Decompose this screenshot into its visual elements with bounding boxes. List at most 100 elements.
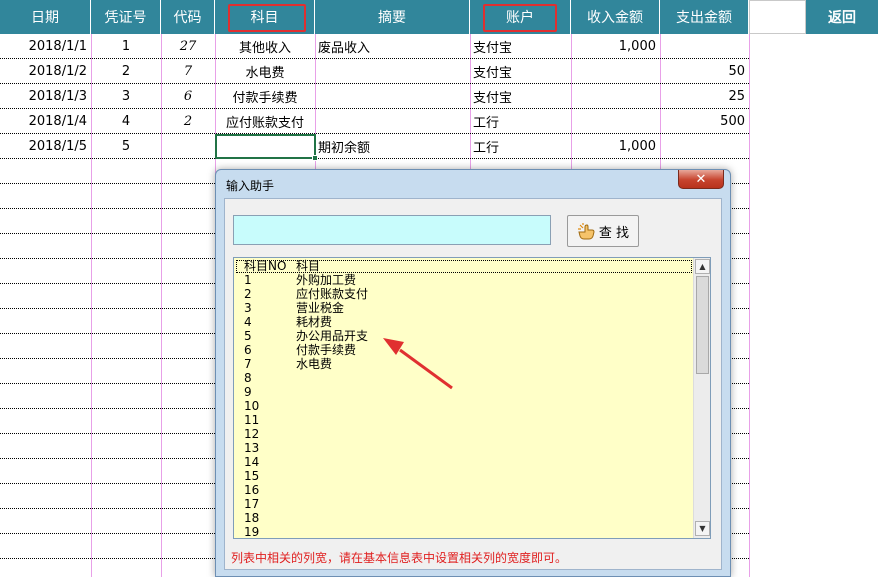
cell-voucher[interactable]: 3	[91, 84, 161, 109]
cell-summary[interactable]	[315, 109, 470, 134]
list-item-no: 1	[244, 273, 252, 287]
cell-voucher[interactable]: 2	[91, 59, 161, 84]
col-header-summary[interactable]: 摘要	[315, 0, 470, 34]
cell-summary[interactable]	[315, 59, 470, 84]
list-header-no: 科目NO	[244, 259, 287, 273]
list-item-no: 19	[244, 525, 260, 538]
cell-voucher[interactable]: 4	[91, 109, 161, 134]
cell-income[interactable]: 1,000	[571, 134, 660, 159]
list-item-no: 9	[244, 385, 252, 399]
list-item-no: 6	[244, 343, 252, 357]
hint-text: 列表中相关的列宽，请在基本信息表中设置相关列的宽度即可。	[231, 551, 568, 565]
cell-income[interactable]	[571, 84, 660, 109]
cell-voucher[interactable]: 5	[91, 134, 161, 159]
list-item-name: 应付账款支付	[296, 287, 369, 301]
scrollbar-thumb[interactable]	[696, 276, 709, 374]
scroll-down-arrow-icon[interactable]: ▼	[695, 521, 710, 536]
list-item-no: 12	[244, 427, 260, 441]
list-item-name: 付款手续费	[296, 343, 357, 357]
cell-income[interactable]: 1,000	[571, 34, 660, 59]
cell-expense[interactable]: 50	[660, 59, 749, 84]
cell-code[interactable]: 27	[161, 34, 215, 59]
list-item-name: 办公用品开支	[296, 329, 369, 343]
list-item-no: 10	[244, 399, 260, 413]
grid-line	[749, 34, 750, 577]
list-item-name: 耗材费	[296, 315, 333, 329]
list-item-no: 11	[244, 413, 260, 427]
list-item-no: 4	[244, 315, 252, 329]
cell-account[interactable]: 支付宝	[470, 59, 571, 84]
find-label: 查 找	[598, 225, 630, 241]
list-item-no: 8	[244, 371, 252, 385]
list-item-no: 7	[244, 357, 252, 371]
cell-code[interactable]: 6	[161, 84, 215, 109]
list-header-name: 科目	[296, 259, 321, 273]
cell-expense[interactable]	[660, 34, 749, 59]
cell-summary[interactable]: 期初余额	[315, 134, 470, 159]
cell-summary[interactable]: 废品收入	[315, 34, 470, 59]
cell-subject[interactable]: 应付账款支付	[215, 109, 315, 134]
list-item-no: 13	[244, 441, 260, 455]
cell-subject[interactable]: 其他收入	[215, 34, 315, 59]
header-row: 日期 凭证号 代码 科目 摘要 账户 收入金额 支出金额 返回	[0, 0, 878, 34]
cell-expense[interactable]	[660, 134, 749, 159]
find-button[interactable]: 查 找	[567, 215, 639, 247]
highlight-box-account	[483, 4, 557, 32]
cell-code[interactable]	[161, 134, 215, 159]
cell-date[interactable]: 2018/1/5	[0, 134, 91, 159]
close-icon: ✕	[695, 171, 707, 187]
cell-expense[interactable]: 25	[660, 84, 749, 109]
table-row: 2018/1/2 2 7 水电费 支付宝 50	[0, 59, 749, 84]
cell-date[interactable]: 2018/1/2	[0, 59, 91, 84]
cell-income[interactable]	[571, 109, 660, 134]
cell-account[interactable]: 支付宝	[470, 84, 571, 109]
cell-subject[interactable]: 水电费	[215, 59, 315, 84]
cell-date[interactable]: 2018/1/4	[0, 109, 91, 134]
blank-header-cell[interactable]	[749, 0, 806, 34]
highlight-box-subject	[228, 4, 306, 32]
cell-date[interactable]: 2018/1/3	[0, 84, 91, 109]
cell-expense[interactable]: 500	[660, 109, 749, 134]
cell-summary[interactable]	[315, 84, 470, 109]
col-header-expense[interactable]: 支出金额	[660, 0, 749, 34]
col-header-income[interactable]: 收入金额	[571, 0, 660, 34]
vertical-scrollbar[interactable]: ▲ ▼	[693, 258, 710, 538]
selected-cell-cursor[interactable]	[215, 134, 318, 161]
list-item-no: 2	[244, 287, 252, 301]
return-button[interactable]: 返回	[806, 0, 878, 34]
list-item-no: 3	[244, 301, 252, 315]
list-item-name: 营业税金	[296, 301, 345, 315]
pointing-hand-icon	[577, 223, 595, 240]
list-item-name: 水电费	[296, 357, 333, 371]
dialog-body: 查 找 科目NO 科目 1 外购加工费 2 应付账款支付 3 营业税金 4 耗材费 5 办公用品开…	[224, 198, 722, 570]
list-item-no: 15	[244, 469, 260, 483]
cell-code[interactable]: 7	[161, 59, 215, 84]
cell-subject[interactable]: 付款手续费	[215, 84, 315, 109]
table-row: 2018/1/5 5 期初余额 工行 1,000	[0, 134, 749, 159]
col-header-voucher[interactable]: 凭证号	[91, 0, 161, 34]
close-button[interactable]: ✕	[678, 170, 724, 189]
table-row: 2018/1/4 4 2 应付账款支付 工行 500	[0, 109, 749, 134]
cell-date[interactable]: 2018/1/1	[0, 34, 91, 59]
cell-account[interactable]: 支付宝	[470, 34, 571, 59]
listbox-content: 科目NO 科目 1 外购加工费 2 应付账款支付 3 营业税金 4 耗材费 5 办公用品开支 6 付款…	[234, 258, 694, 538]
list-item-no: 5	[244, 329, 252, 343]
scroll-up-arrow-icon[interactable]: ▲	[695, 259, 710, 274]
list-item-no: 18	[244, 511, 260, 525]
list-item-no: 16	[244, 483, 260, 497]
col-header-date[interactable]: 日期	[0, 0, 91, 34]
search-input[interactable]	[233, 215, 551, 245]
input-helper-dialog: 输入助手 ✕ 查 找 科目NO 科目 1 外购加工费 2 应付账款支付 3 营业税金 4 耗材…	[215, 169, 731, 577]
table-row: 2018/1/3 3 6 付款手续费 支付宝 25	[0, 84, 749, 109]
cell-account[interactable]: 工行	[470, 134, 571, 159]
cell-voucher[interactable]: 1	[91, 34, 161, 59]
dialog-title: 输入助手	[226, 179, 275, 193]
cell-code[interactable]: 2	[161, 109, 215, 134]
col-header-code[interactable]: 代码	[161, 0, 215, 34]
subject-listbox[interactable]: 科目NO 科目 1 外购加工费 2 应付账款支付 3 营业税金 4 耗材费 5 办公用品开支 6 付款…	[233, 257, 711, 539]
list-item-no: 14	[244, 455, 260, 469]
list-item-name: 外购加工费	[296, 273, 357, 287]
cell-account[interactable]: 工行	[470, 109, 571, 134]
cell-income[interactable]	[571, 59, 660, 84]
list-item-no: 17	[244, 497, 260, 511]
